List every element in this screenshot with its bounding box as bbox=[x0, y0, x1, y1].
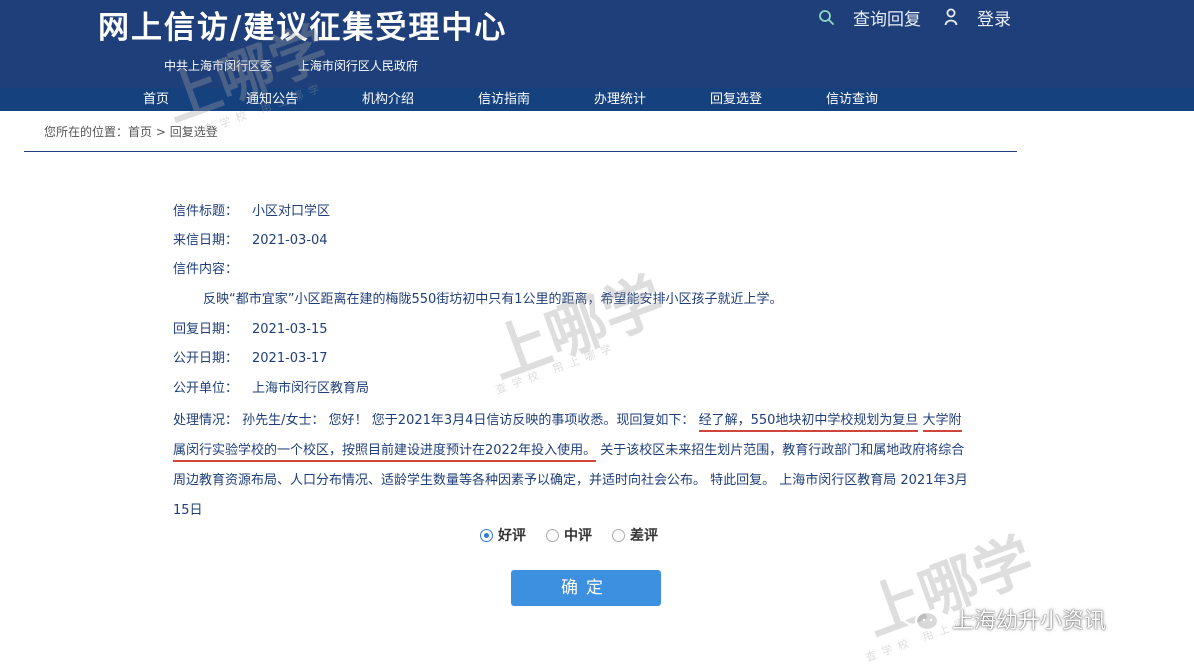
handling-text-intro: 孙先生/女士： 您好！ 您于2021年3月4日信访反映的事项收悉。现回复如下： bbox=[242, 413, 695, 428]
handling-highlight-1: 经了解，550地块初中学校规划为复旦 bbox=[698, 413, 919, 432]
radio-selected-icon[interactable] bbox=[480, 528, 493, 542]
nav-item-statistics[interactable]: 办理统计 bbox=[594, 88, 646, 111]
nav-item-about[interactable]: 机构介绍 bbox=[362, 88, 414, 111]
user-icon[interactable] bbox=[943, 8, 959, 26]
handling-section: 处理情况： 孙先生/女士： 您好！ 您于2021年3月4日信访反映的事项收悉。现… bbox=[173, 406, 973, 526]
radio-icon[interactable] bbox=[612, 528, 625, 542]
radio-icon[interactable] bbox=[546, 528, 559, 542]
letter-content-text: 反映“都市宜家”小区距离在建的梅陇550街坊初中只有1公里的距离，希望能安排小区… bbox=[203, 292, 783, 307]
search-icon[interactable] bbox=[818, 9, 835, 26]
reply-date-value: 2021-03-15 bbox=[252, 322, 328, 337]
public-unit-value: 上海市闵行区教育局 bbox=[252, 381, 370, 396]
main-content: 您所在的位置：首页 > 回复选登 信件标题： 小区对口学区 来信日期： 2021-0… bbox=[0, 111, 1194, 669]
rating-bad-label: 差评 bbox=[630, 528, 658, 544]
nav-item-selected-replies[interactable]: 回复选登 bbox=[710, 88, 762, 111]
letter-date-label: 来信日期： bbox=[173, 233, 239, 248]
wechat-account-name: 上海幼升小资讯 bbox=[952, 609, 1107, 634]
reply-date-label: 回复日期： bbox=[173, 322, 239, 337]
nav-item-guide[interactable]: 信访指南 bbox=[478, 88, 530, 111]
wechat-account-badge: 上海幼升小资讯 bbox=[898, 600, 1106, 638]
site-header: 网上信访/建议征集受理中心 中共上海市闵行区委 上海市闵行区人民政府 查询回复 … bbox=[0, 0, 1194, 88]
letter-title-value: 小区对口学区 bbox=[252, 204, 331, 219]
letter-content-label: 信件内容： bbox=[173, 262, 239, 277]
subtitle-district-government: 上海市闵行区人民政府 bbox=[297, 59, 418, 73]
content-divider bbox=[24, 151, 1017, 152]
nav-item-notices[interactable]: 通知公告 bbox=[246, 88, 298, 111]
subtitle-party-committee: 中共上海市闵行区委 bbox=[164, 59, 273, 73]
confirm-button[interactable]: 确定 bbox=[511, 570, 661, 606]
public-date-value: 2021-03-17 bbox=[252, 351, 328, 366]
letter-date-value: 2021-03-04 bbox=[252, 233, 328, 248]
query-reply-link[interactable]: 查询回复 bbox=[853, 5, 921, 30]
breadcrumb-home-link[interactable]: 首页 bbox=[128, 125, 152, 139]
breadcrumb: 您所在的位置：首页 > 回复选登 bbox=[44, 123, 218, 140]
breadcrumb-current: 回复选登 bbox=[169, 125, 218, 139]
rating-good-label: 好评 bbox=[498, 528, 526, 544]
letter-date-row: 来信日期： 2021-03-04 bbox=[173, 229, 328, 248]
site-title: 网上信访/建议征集受理中心 bbox=[98, 10, 508, 46]
breadcrumb-prefix: 您所在的位置： bbox=[44, 125, 129, 139]
reply-date-row: 回复日期： 2021-03-15 bbox=[173, 318, 328, 337]
rating-group: 好评 中评 差评 bbox=[480, 525, 678, 545]
wechat-icon bbox=[898, 600, 942, 638]
public-date-row: 公开日期： 2021-03-17 bbox=[173, 347, 328, 366]
letter-content-row: 信件内容： bbox=[173, 258, 238, 277]
site-subtitle: 中共上海市闵行区委 上海市闵行区人民政府 bbox=[164, 57, 440, 74]
letter-title-row: 信件标题： 小区对口学区 bbox=[173, 200, 330, 219]
top-actions: 查询回复 登录 bbox=[818, 4, 1033, 30]
public-unit-label: 公开单位： bbox=[173, 381, 239, 396]
rating-neutral-label: 中评 bbox=[564, 528, 592, 544]
breadcrumb-separator: > bbox=[152, 125, 170, 139]
handling-label: 处理情况： bbox=[173, 413, 239, 428]
rating-option-neutral[interactable]: 中评 bbox=[546, 525, 592, 545]
rating-option-bad[interactable]: 差评 bbox=[612, 525, 658, 545]
rating-option-good[interactable]: 好评 bbox=[480, 525, 526, 545]
login-link[interactable]: 登录 bbox=[977, 5, 1011, 30]
public-date-label: 公开日期： bbox=[173, 351, 239, 366]
nav-item-home[interactable]: 首页 bbox=[143, 88, 169, 111]
letter-title-label: 信件标题： bbox=[173, 204, 239, 219]
main-nav: 首页 通知公告 机构介绍 信访指南 办理统计 回复选登 信访查询 bbox=[0, 88, 1194, 111]
nav-item-petition-query[interactable]: 信访查询 bbox=[826, 88, 878, 111]
public-unit-row: 公开单位： 上海市闵行区教育局 bbox=[173, 377, 369, 396]
